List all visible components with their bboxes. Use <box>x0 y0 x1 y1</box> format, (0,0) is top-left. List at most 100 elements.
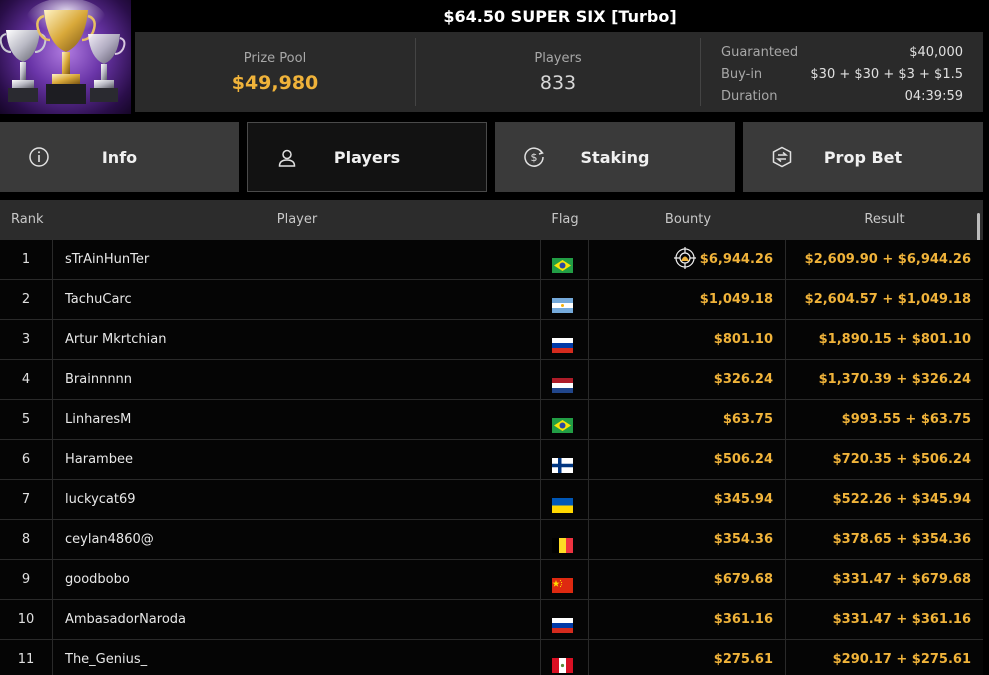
column-header-player[interactable]: Player <box>0 200 594 240</box>
player-name[interactable]: luckycat69 <box>65 480 525 520</box>
players-label: Players <box>534 50 582 66</box>
bounty-value: $801.10 <box>713 332 773 347</box>
column-divider <box>540 280 541 320</box>
player-name[interactable]: The_Genius_ <box>65 640 525 675</box>
rank-cell: 8 <box>21 532 31 547</box>
table-row[interactable]: 1 sTrAinHunTer $6,944.26 $2,609.90 + $6,… <box>0 240 983 280</box>
tournament-header: $64.50 SUPER SIX [Turbo] Prize Pool $49,… <box>0 0 989 114</box>
rank-cell: 1 <box>21 252 31 267</box>
flag-brazil-icon <box>552 410 573 433</box>
column-divider <box>52 600 53 640</box>
rank-cell: 6 <box>21 452 31 467</box>
table-row[interactable]: 4 Brainnnnn $326.24 $1,370.39 + $326.24 <box>0 360 983 400</box>
table-row[interactable]: 9 goodbobo $679.68 $331.47 + $679.68 <box>0 560 983 600</box>
players-stat: Players 833 <box>416 32 700 112</box>
player-name[interactable]: goodbobo <box>65 560 525 600</box>
column-divider <box>52 240 53 280</box>
player-name[interactable]: Harambee <box>65 440 525 480</box>
tab-prop-bet[interactable]: Prop Bet <box>743 122 983 192</box>
table-row[interactable]: 8 ceylan4860@ $354.36 $378.65 + $354.36 <box>0 520 983 560</box>
column-divider <box>540 640 541 675</box>
player-name[interactable]: ceylan4860@ <box>65 520 525 560</box>
bounty-value: $345.94 <box>713 492 773 507</box>
bounty-value: $679.68 <box>713 572 773 587</box>
flag-brazil-icon <box>552 250 573 273</box>
rank-cell: 7 <box>21 492 31 507</box>
bounty-cell: $326.24 <box>589 360 773 400</box>
result-cell: $720.35 + $506.24 <box>832 452 971 467</box>
flag-china-icon <box>552 570 573 593</box>
player-name[interactable]: LinharesM <box>65 400 525 440</box>
rank-cell: 11 <box>17 652 35 667</box>
flag-russia-icon <box>552 610 573 633</box>
prize-pool-stat: Prize Pool $49,980 <box>135 32 415 112</box>
rank-cell: 9 <box>21 572 31 587</box>
rank-cell: 5 <box>21 412 31 427</box>
bounty-value: $354.36 <box>713 532 773 547</box>
guaranteed-label: Guaranteed <box>721 45 799 60</box>
trophy-image <box>0 0 131 114</box>
tab-staking[interactable]: $ Staking <box>495 122 735 192</box>
result-cell: $331.47 + $679.68 <box>832 572 971 587</box>
table-row[interactable]: 6 Harambee $506.24 $720.35 + $506.24 <box>0 440 983 480</box>
guaranteed-row: Guaranteed $40,000 <box>721 42 963 64</box>
bounty-cell: $345.94 <box>589 480 773 520</box>
result-cell: $2,609.90 + $6,944.26 <box>804 252 971 267</box>
player-name[interactable]: Artur Mkrtchian <box>65 320 525 360</box>
buyin-value: $30 + $30 + $3 + $1.5 <box>810 67 963 82</box>
flag-netherlands-icon <box>552 370 573 393</box>
column-divider <box>540 600 541 640</box>
column-header-bounty[interactable]: Bounty <box>589 200 787 240</box>
flag-belgium-icon <box>552 530 573 553</box>
result-cell: $522.26 + $345.94 <box>832 492 971 507</box>
table-row[interactable]: 11 The_Genius_ $275.61 $290.17 + $275.61 <box>0 640 983 675</box>
rank-cell: 3 <box>21 332 31 347</box>
result-cell: $331.47 + $361.16 <box>832 612 971 627</box>
table-row[interactable]: 7 luckycat69 $345.94 $522.26 + $345.94 <box>0 480 983 520</box>
tournament-details: Guaranteed $40,000 Buy-in $30 + $30 + $3… <box>701 32 983 112</box>
rank-cell: 10 <box>17 612 35 627</box>
column-header-result[interactable]: Result <box>786 200 983 240</box>
bounty-cell: $506.24 <box>589 440 773 480</box>
flag-finland-icon <box>552 450 573 473</box>
bounty-cell: $275.61 <box>589 640 773 675</box>
column-divider <box>540 520 541 560</box>
flag-russia-icon <box>552 330 573 353</box>
player-name[interactable]: AmbasadorNaroda <box>65 600 525 640</box>
players-value: 833 <box>539 71 577 94</box>
guaranteed-value: $40,000 <box>909 45 963 60</box>
result-cell: $993.55 + $63.75 <box>841 412 971 427</box>
column-header-flag[interactable]: Flag <box>540 200 590 240</box>
bounty-value: $506.24 <box>713 452 773 467</box>
bounty-value: $6,944.26 <box>699 252 773 267</box>
result-cell: $290.17 + $275.61 <box>832 652 971 667</box>
bounty-target-icon <box>673 247 696 269</box>
bounty-cell: $6,944.26 <box>589 240 773 280</box>
column-divider <box>52 320 53 360</box>
info-icon <box>29 147 49 167</box>
bounty-value: $361.16 <box>713 612 773 627</box>
bounty-cell: $1,049.18 <box>589 280 773 320</box>
duration-label: Duration <box>721 89 778 104</box>
table-row[interactable]: 5 LinharesM $63.75 $993.55 + $63.75 <box>0 400 983 440</box>
result-cell: $2,604.57 + $1,049.18 <box>804 292 971 307</box>
player-name[interactable]: sTrAinHunTer <box>65 240 525 280</box>
column-divider <box>540 240 541 280</box>
column-divider <box>540 400 541 440</box>
tab-bar: Info Players $ Staking Prop Bet <box>0 122 989 192</box>
prize-pool-value: $49,980 <box>231 71 319 94</box>
column-divider <box>540 320 541 360</box>
player-name[interactable]: TachuCarc <box>65 280 525 320</box>
player-name[interactable]: Brainnnnn <box>65 360 525 400</box>
table-row[interactable]: 3 Artur Mkrtchian $801.10 $1,890.15 + $8… <box>0 320 983 360</box>
table-row[interactable]: 2 TachuCarc $1,049.18 $2,604.57 + $1,049… <box>0 280 983 320</box>
tab-info[interactable]: Info <box>0 122 239 192</box>
players-table-header: Rank Player Flag Bounty Result <box>0 200 983 240</box>
bounty-cell: $679.68 <box>589 560 773 600</box>
tab-players[interactable]: Players <box>247 122 487 192</box>
table-row[interactable]: 10 AmbasadorNaroda $361.16 $331.47 + $36… <box>0 600 983 640</box>
bounty-cell: $354.36 <box>589 520 773 560</box>
tournament-title: $64.50 SUPER SIX [Turbo] <box>443 6 677 26</box>
column-divider <box>52 480 53 520</box>
column-divider <box>540 360 541 400</box>
